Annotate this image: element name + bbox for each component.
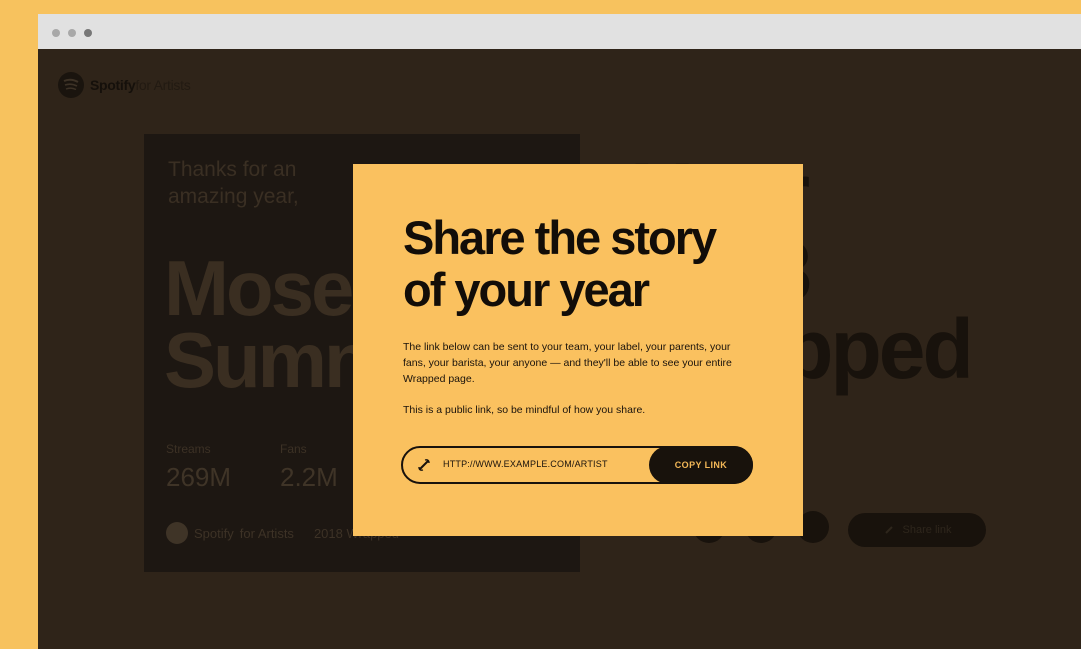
modal-note-text: This is a public link, so be mindful of … <box>403 404 646 416</box>
stat-value: 269M <box>166 462 232 492</box>
share-link-button[interactable]: Share link <box>848 513 986 547</box>
stat-label: Fans <box>280 442 307 456</box>
browser-titlebar <box>38 14 1081 49</box>
brand-name: Spotifyfor Artists <box>90 77 191 93</box>
stat-streams: Streams 269M <box>166 442 231 493</box>
copy-link-button[interactable]: COPY LINK <box>649 446 753 484</box>
modal-body-text: The link below can be sent to your team,… <box>403 341 732 385</box>
link-icon <box>884 526 893 534</box>
footer-brand: Spotify <box>194 525 234 541</box>
stat-label: Streams <box>166 442 211 456</box>
modal-title: Share the story of your year <box>403 211 717 316</box>
stat-value: 2.2M <box>280 462 338 492</box>
share-link-url[interactable]: HTTP://WWW.EXAMPLE.COM/ARTIST <box>443 459 608 469</box>
brand-header[interactable]: Spotifyfor Artists <box>58 72 191 98</box>
stat-fans: Fans 2.2M <box>280 442 338 493</box>
footer-suffix: for Artists <box>239 525 294 541</box>
card-thanks-text: Thanks for an amazing year, <box>168 158 299 208</box>
share-link-label: Share link <box>902 524 952 536</box>
link-icon <box>418 459 430 471</box>
spotify-logo-icon <box>58 72 84 98</box>
maximize-window-dot[interactable] <box>84 29 92 37</box>
share-modal: Share the story of your year The link be… <box>353 164 803 536</box>
share-link-field[interactable]: HTTP://WWW.EXAMPLE.COM/ARTIST COPY LINK <box>401 446 753 484</box>
close-window-dot[interactable] <box>52 29 60 37</box>
minimize-window-dot[interactable] <box>68 29 76 37</box>
spotify-logo-icon <box>166 522 188 544</box>
